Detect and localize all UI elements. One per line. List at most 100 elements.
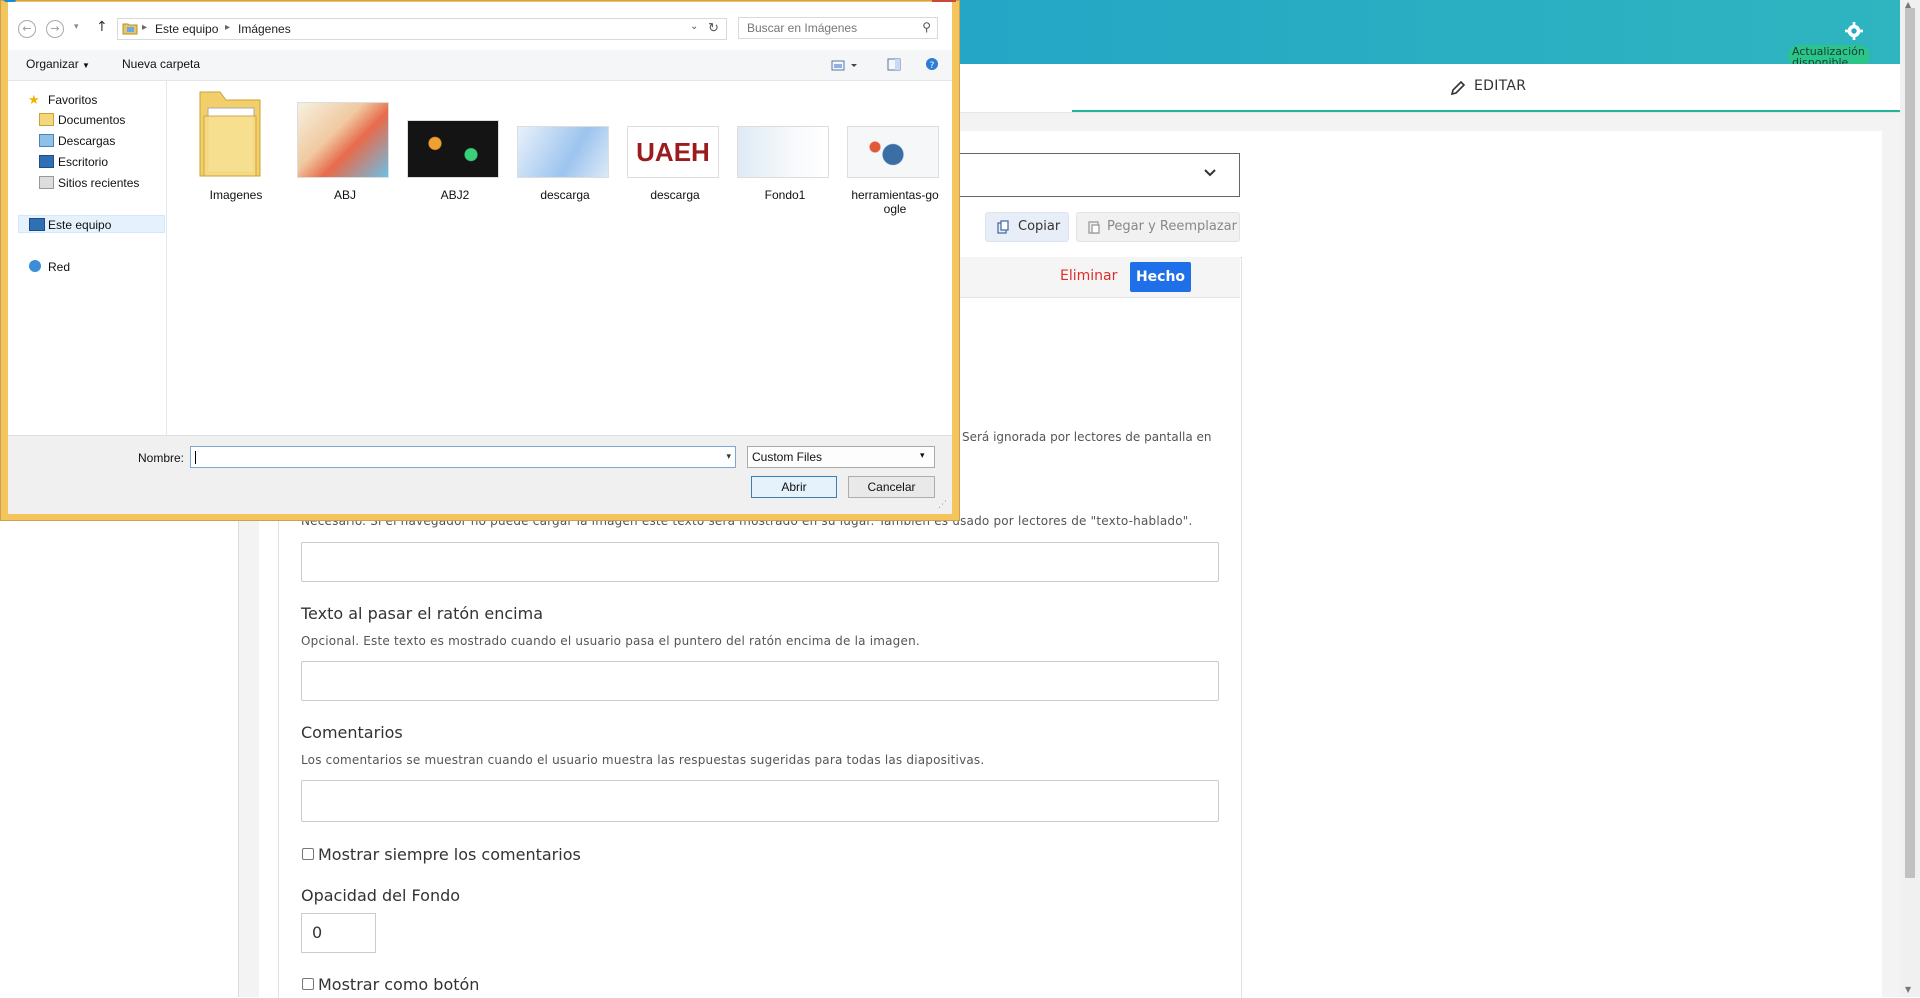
back-icon[interactable]: ← (18, 20, 36, 38)
file-item[interactable]: Fondo1 (737, 86, 833, 206)
nav-documents[interactable]: Documentos (58, 113, 125, 127)
file-item[interactable]: Imagenes (188, 86, 284, 206)
desktop-icon (39, 155, 54, 168)
file-name: herramientas-go ogle (851, 188, 939, 216)
downloads-icon (39, 134, 54, 147)
recent-places-icon (39, 176, 54, 189)
image-thumbnail (407, 120, 499, 178)
nav-network[interactable]: Red (48, 260, 70, 274)
scroll-up-arrow[interactable]: ▲ (1905, 0, 1911, 9)
chevron-down-icon: ▼ (82, 61, 90, 70)
file-name: descarga (540, 188, 590, 202)
file-item[interactable]: herramientas-go ogle (847, 86, 943, 216)
nav-favorites[interactable]: Favoritos (48, 93, 97, 107)
breadcrumb-sep-icon: ▸ (225, 22, 231, 33)
bg-opacity-input[interactable]: 0 (301, 913, 376, 953)
copy-label: Copiar (1018, 219, 1061, 234)
tab-edit[interactable]: EDITAR (1072, 64, 1902, 112)
nav-recent-places[interactable]: Sitios recientes (58, 176, 139, 190)
always-show-comments-checkbox[interactable] (302, 848, 314, 860)
file-name: Fondo1 (764, 188, 806, 202)
nav-downloads[interactable]: Descargas (58, 134, 115, 148)
file-item[interactable]: ABJ2 (407, 86, 503, 206)
resize-grip-icon[interactable]: ⋰ (938, 500, 947, 510)
organize-menu[interactable]: Organizar ▼ (26, 57, 90, 71)
alt-text-input[interactable] (301, 542, 1219, 582)
gear-icon[interactable] (1845, 22, 1863, 40)
new-folder-button[interactable]: Nueva carpeta (122, 57, 200, 71)
dialog-close-button[interactable] (932, 0, 956, 2)
file-item[interactable]: ABJ (297, 86, 393, 206)
chevron-down-icon: ▾ (920, 450, 925, 460)
comments-label: Comentarios (301, 723, 403, 742)
preview-pane-icon[interactable] (887, 56, 901, 75)
always-show-comments-label[interactable]: Mostrar siempre los comentarios (318, 845, 581, 864)
paste-replace-label: Pegar y Reemplazar (1107, 219, 1237, 234)
chevron-down-icon[interactable]: ⌄ (690, 21, 698, 32)
image-thumbnail (517, 126, 609, 178)
recent-locations-icon[interactable]: ▾ (74, 22, 79, 32)
file-type-label: Custom Files (752, 450, 823, 464)
forward-icon[interactable]: → (46, 20, 64, 38)
open-button[interactable]: Abrir (751, 476, 837, 498)
search-icon: ⚲ (922, 20, 931, 34)
comments-input[interactable] (301, 780, 1219, 822)
dialog-app-icon (4, 0, 16, 2)
cancel-button[interactable]: Cancelar (848, 476, 935, 498)
nav-this-pc[interactable]: Este equipo (48, 218, 111, 232)
file-type-select[interactable]: Custom Files ▾ (747, 446, 935, 468)
address-bar[interactable]: ▸ Este equipo ▸ Imágenes ⌄ ↻ (117, 18, 727, 40)
copy-icon (997, 220, 1009, 234)
search-placeholder: Buscar en Imágenes (747, 21, 858, 35)
help-icon[interactable]: ? (925, 56, 939, 75)
up-folder-icon[interactable]: ↑ (96, 19, 108, 35)
star-icon: ★ (28, 92, 40, 107)
file-name: Imagenes (209, 188, 263, 202)
show-as-button-checkbox[interactable] (302, 978, 314, 990)
delete-button[interactable]: Eliminar (1060, 268, 1117, 284)
nav-desktop[interactable]: Escritorio (58, 155, 108, 169)
paste-icon (1088, 221, 1100, 234)
tab-edit-label: EDITAR (1474, 78, 1527, 94)
network-icon (29, 260, 41, 272)
filename-label: Nombre: (138, 451, 185, 465)
breadcrumb-this-pc[interactable]: Este equipo (155, 22, 218, 36)
uaeh-logo-thumbnail: UAEH (627, 126, 719, 178)
paste-replace-button[interactable]: Pegar y Reemplazar (1076, 212, 1240, 242)
show-as-button-label[interactable]: Mostrar como botón (318, 975, 479, 994)
scroll-down-arrow[interactable]: ▼ (1905, 985, 1911, 994)
comments-description: Los comentarios se muestran cuando el us… (301, 753, 985, 767)
filename-input[interactable]: ▾ (190, 446, 736, 468)
scrollbar-thumb[interactable] (1905, 8, 1915, 878)
done-button[interactable]: Hecho (1130, 262, 1191, 292)
documents-icon (39, 113, 54, 126)
chevron-down-icon[interactable]: ▾ (726, 452, 731, 462)
bg-opacity-label: Opacidad del Fondo (301, 886, 461, 905)
refresh-icon[interactable]: ↻ (708, 20, 719, 36)
copy-button[interactable]: Copiar (985, 212, 1069, 242)
file-item[interactable]: UAEH descarga (627, 86, 723, 206)
svg-text:?: ? (930, 61, 935, 71)
file-name: ABJ (333, 188, 356, 202)
hover-text-description: Opcional. Este texto es mostrado cuando … (301, 634, 920, 648)
file-name: descarga (650, 188, 700, 202)
screen-reader-note: Será ignorada por lectores de pantalla e… (962, 430, 1212, 444)
text-caret (195, 451, 196, 464)
organize-label: Organizar (26, 57, 79, 71)
computer-icon (29, 218, 45, 231)
image-thumbnail (297, 102, 389, 178)
folder-icon (199, 91, 261, 177)
hover-text-input[interactable] (301, 661, 1219, 701)
image-thumbnail (847, 126, 939, 178)
breadcrumb-pictures[interactable]: Imágenes (238, 22, 291, 36)
search-input[interactable]: Buscar en Imágenes ⚲ (738, 17, 938, 39)
file-name: ABJ2 (440, 188, 470, 202)
breadcrumb-sep-icon: ▸ (142, 22, 148, 33)
chevron-down-icon (1204, 169, 1216, 177)
hover-text-label: Texto al pasar el ratón encima (301, 604, 543, 623)
view-options-icon[interactable] (831, 57, 861, 76)
pencil-icon (1450, 80, 1466, 96)
file-item[interactable]: descarga (517, 86, 613, 206)
image-thumbnail (737, 126, 829, 178)
folder-pictures-icon (122, 21, 138, 38)
